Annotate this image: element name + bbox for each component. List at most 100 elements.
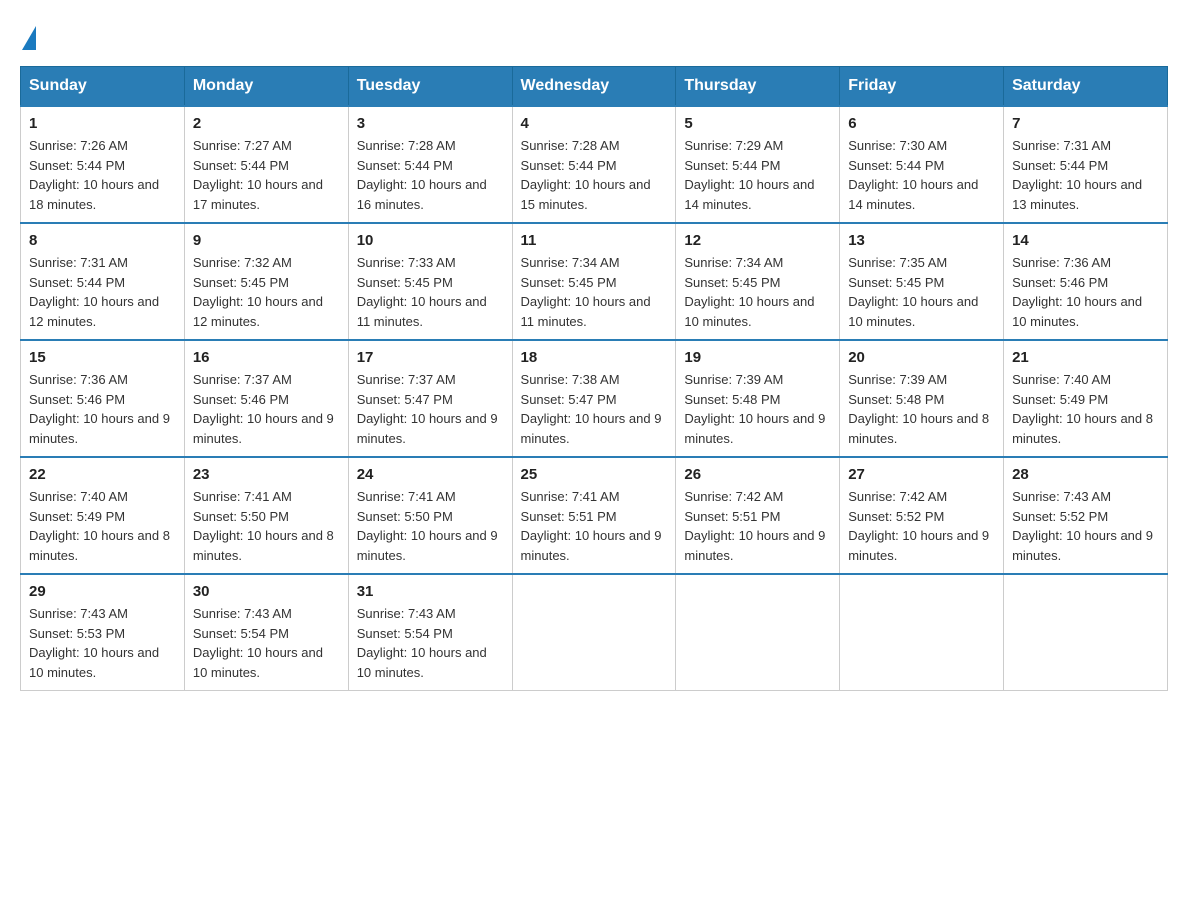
calendar-cell: 27 Sunrise: 7:42 AM Sunset: 5:52 PM Dayl… <box>840 457 1004 574</box>
calendar-cell: 20 Sunrise: 7:39 AM Sunset: 5:48 PM Dayl… <box>840 340 1004 457</box>
calendar-cell: 7 Sunrise: 7:31 AM Sunset: 5:44 PM Dayli… <box>1004 106 1168 223</box>
calendar-cell: 2 Sunrise: 7:27 AM Sunset: 5:44 PM Dayli… <box>184 106 348 223</box>
calendar-cell: 16 Sunrise: 7:37 AM Sunset: 5:46 PM Dayl… <box>184 340 348 457</box>
week-row-4: 22 Sunrise: 7:40 AM Sunset: 5:49 PM Dayl… <box>21 457 1168 574</box>
day-number: 14 <box>1012 232 1159 249</box>
calendar-header: SundayMondayTuesdayWednesdayThursdayFrid… <box>21 67 1168 107</box>
calendar-cell: 11 Sunrise: 7:34 AM Sunset: 5:45 PM Dayl… <box>512 223 676 340</box>
day-info: Sunrise: 7:28 AM Sunset: 5:44 PM Dayligh… <box>521 136 668 214</box>
calendar-cell: 22 Sunrise: 7:40 AM Sunset: 5:49 PM Dayl… <box>21 457 185 574</box>
calendar-cell: 3 Sunrise: 7:28 AM Sunset: 5:44 PM Dayli… <box>348 106 512 223</box>
calendar-cell: 5 Sunrise: 7:29 AM Sunset: 5:44 PM Dayli… <box>676 106 840 223</box>
week-row-1: 1 Sunrise: 7:26 AM Sunset: 5:44 PM Dayli… <box>21 106 1168 223</box>
calendar-cell: 23 Sunrise: 7:41 AM Sunset: 5:50 PM Dayl… <box>184 457 348 574</box>
calendar-cell <box>676 574 840 691</box>
day-info: Sunrise: 7:33 AM Sunset: 5:45 PM Dayligh… <box>357 253 504 331</box>
day-number: 24 <box>357 466 504 483</box>
day-number: 1 <box>29 115 176 132</box>
day-number: 15 <box>29 349 176 366</box>
day-number: 5 <box>684 115 831 132</box>
col-header-thursday: Thursday <box>676 67 840 107</box>
logo-triangle-icon <box>22 26 36 50</box>
calendar-cell: 4 Sunrise: 7:28 AM Sunset: 5:44 PM Dayli… <box>512 106 676 223</box>
calendar-cell: 28 Sunrise: 7:43 AM Sunset: 5:52 PM Dayl… <box>1004 457 1168 574</box>
calendar-cell: 18 Sunrise: 7:38 AM Sunset: 5:47 PM Dayl… <box>512 340 676 457</box>
day-info: Sunrise: 7:31 AM Sunset: 5:44 PM Dayligh… <box>1012 136 1159 214</box>
day-info: Sunrise: 7:40 AM Sunset: 5:49 PM Dayligh… <box>1012 370 1159 448</box>
calendar-cell: 1 Sunrise: 7:26 AM Sunset: 5:44 PM Dayli… <box>21 106 185 223</box>
day-number: 27 <box>848 466 995 483</box>
day-info: Sunrise: 7:42 AM Sunset: 5:51 PM Dayligh… <box>684 487 831 565</box>
col-header-friday: Friday <box>840 67 1004 107</box>
calendar-cell: 25 Sunrise: 7:41 AM Sunset: 5:51 PM Dayl… <box>512 457 676 574</box>
day-info: Sunrise: 7:30 AM Sunset: 5:44 PM Dayligh… <box>848 136 995 214</box>
day-info: Sunrise: 7:36 AM Sunset: 5:46 PM Dayligh… <box>29 370 176 448</box>
calendar-cell: 15 Sunrise: 7:36 AM Sunset: 5:46 PM Dayl… <box>21 340 185 457</box>
calendar-table: SundayMondayTuesdayWednesdayThursdayFrid… <box>20 66 1168 691</box>
col-header-wednesday: Wednesday <box>512 67 676 107</box>
calendar-cell: 6 Sunrise: 7:30 AM Sunset: 5:44 PM Dayli… <box>840 106 1004 223</box>
calendar-cell: 9 Sunrise: 7:32 AM Sunset: 5:45 PM Dayli… <box>184 223 348 340</box>
calendar-cell: 14 Sunrise: 7:36 AM Sunset: 5:46 PM Dayl… <box>1004 223 1168 340</box>
logo <box>20 20 36 46</box>
day-number: 22 <box>29 466 176 483</box>
calendar-cell <box>840 574 1004 691</box>
day-info: Sunrise: 7:40 AM Sunset: 5:49 PM Dayligh… <box>29 487 176 565</box>
calendar-cell: 24 Sunrise: 7:41 AM Sunset: 5:50 PM Dayl… <box>348 457 512 574</box>
day-info: Sunrise: 7:41 AM Sunset: 5:51 PM Dayligh… <box>521 487 668 565</box>
col-header-tuesday: Tuesday <box>348 67 512 107</box>
day-number: 31 <box>357 583 504 600</box>
calendar-cell <box>1004 574 1168 691</box>
col-header-sunday: Sunday <box>21 67 185 107</box>
day-number: 13 <box>848 232 995 249</box>
day-info: Sunrise: 7:31 AM Sunset: 5:44 PM Dayligh… <box>29 253 176 331</box>
day-info: Sunrise: 7:37 AM Sunset: 5:47 PM Dayligh… <box>357 370 504 448</box>
day-number: 29 <box>29 583 176 600</box>
calendar-cell: 8 Sunrise: 7:31 AM Sunset: 5:44 PM Dayli… <box>21 223 185 340</box>
day-info: Sunrise: 7:34 AM Sunset: 5:45 PM Dayligh… <box>521 253 668 331</box>
calendar-cell: 29 Sunrise: 7:43 AM Sunset: 5:53 PM Dayl… <box>21 574 185 691</box>
day-info: Sunrise: 7:41 AM Sunset: 5:50 PM Dayligh… <box>357 487 504 565</box>
day-info: Sunrise: 7:43 AM Sunset: 5:53 PM Dayligh… <box>29 604 176 682</box>
calendar-cell: 12 Sunrise: 7:34 AM Sunset: 5:45 PM Dayl… <box>676 223 840 340</box>
day-info: Sunrise: 7:37 AM Sunset: 5:46 PM Dayligh… <box>193 370 340 448</box>
day-info: Sunrise: 7:28 AM Sunset: 5:44 PM Dayligh… <box>357 136 504 214</box>
day-info: Sunrise: 7:38 AM Sunset: 5:47 PM Dayligh… <box>521 370 668 448</box>
calendar-cell: 19 Sunrise: 7:39 AM Sunset: 5:48 PM Dayl… <box>676 340 840 457</box>
day-info: Sunrise: 7:39 AM Sunset: 5:48 PM Dayligh… <box>684 370 831 448</box>
day-info: Sunrise: 7:39 AM Sunset: 5:48 PM Dayligh… <box>848 370 995 448</box>
day-number: 20 <box>848 349 995 366</box>
calendar-cell: 30 Sunrise: 7:43 AM Sunset: 5:54 PM Dayl… <box>184 574 348 691</box>
calendar-cell: 13 Sunrise: 7:35 AM Sunset: 5:45 PM Dayl… <box>840 223 1004 340</box>
day-number: 28 <box>1012 466 1159 483</box>
calendar-cell: 21 Sunrise: 7:40 AM Sunset: 5:49 PM Dayl… <box>1004 340 1168 457</box>
day-number: 10 <box>357 232 504 249</box>
day-number: 18 <box>521 349 668 366</box>
day-number: 9 <box>193 232 340 249</box>
day-number: 12 <box>684 232 831 249</box>
day-number: 8 <box>29 232 176 249</box>
week-row-2: 8 Sunrise: 7:31 AM Sunset: 5:44 PM Dayli… <box>21 223 1168 340</box>
day-info: Sunrise: 7:41 AM Sunset: 5:50 PM Dayligh… <box>193 487 340 565</box>
calendar-cell: 31 Sunrise: 7:43 AM Sunset: 5:54 PM Dayl… <box>348 574 512 691</box>
day-info: Sunrise: 7:32 AM Sunset: 5:45 PM Dayligh… <box>193 253 340 331</box>
day-info: Sunrise: 7:29 AM Sunset: 5:44 PM Dayligh… <box>684 136 831 214</box>
day-number: 26 <box>684 466 831 483</box>
day-number: 11 <box>521 232 668 249</box>
day-number: 3 <box>357 115 504 132</box>
day-info: Sunrise: 7:43 AM Sunset: 5:52 PM Dayligh… <box>1012 487 1159 565</box>
col-header-monday: Monday <box>184 67 348 107</box>
day-info: Sunrise: 7:42 AM Sunset: 5:52 PM Dayligh… <box>848 487 995 565</box>
day-number: 30 <box>193 583 340 600</box>
day-number: 7 <box>1012 115 1159 132</box>
day-number: 2 <box>193 115 340 132</box>
day-info: Sunrise: 7:43 AM Sunset: 5:54 PM Dayligh… <box>357 604 504 682</box>
week-row-5: 29 Sunrise: 7:43 AM Sunset: 5:53 PM Dayl… <box>21 574 1168 691</box>
day-number: 4 <box>521 115 668 132</box>
page-header <box>20 20 1168 46</box>
calendar-cell <box>512 574 676 691</box>
calendar-cell: 26 Sunrise: 7:42 AM Sunset: 5:51 PM Dayl… <box>676 457 840 574</box>
day-number: 23 <box>193 466 340 483</box>
day-number: 6 <box>848 115 995 132</box>
day-number: 21 <box>1012 349 1159 366</box>
